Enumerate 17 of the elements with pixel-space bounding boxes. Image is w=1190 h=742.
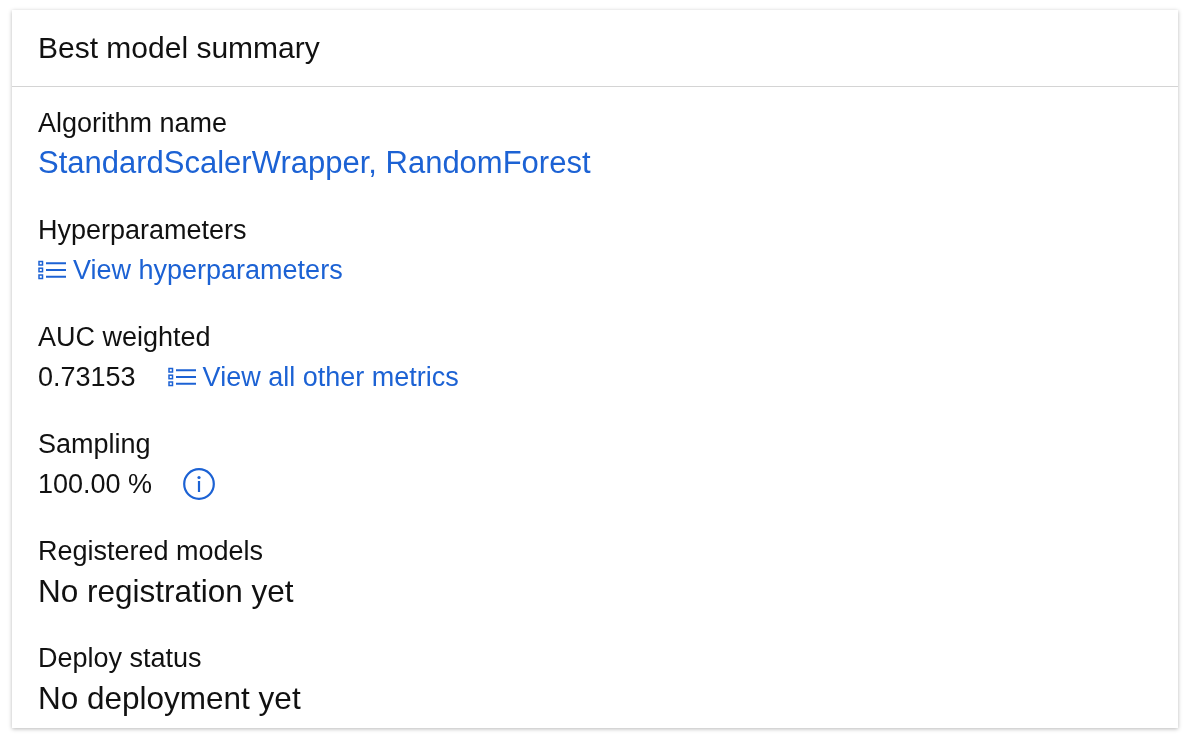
sampling-value: 100.00 %	[38, 468, 153, 501]
metrics-link[interactable]: View all other metrics	[167, 359, 459, 395]
algorithm-link[interactable]: StandardScalerWrapper, RandomForest	[38, 143, 591, 183]
field-label: Algorithm name	[38, 107, 228, 140]
field-label: Deploy status	[38, 642, 202, 675]
field-label: Registered models	[38, 535, 264, 568]
hyperparameters-link[interactable]: View hyperparameters	[38, 252, 343, 288]
list-icon	[167, 367, 196, 387]
info-icon[interactable]	[183, 468, 216, 500]
field-label: AUC weighted	[38, 321, 211, 354]
card-title: Best model summary	[38, 30, 320, 66]
status-value: No deployment yet	[38, 679, 301, 718]
metric-value: 0.73153	[38, 361, 136, 394]
list-icon	[38, 260, 66, 280]
field-label: Hyperparameters	[38, 214, 247, 247]
field-label: Sampling	[38, 428, 151, 461]
status-value: No registration yet	[38, 572, 294, 611]
